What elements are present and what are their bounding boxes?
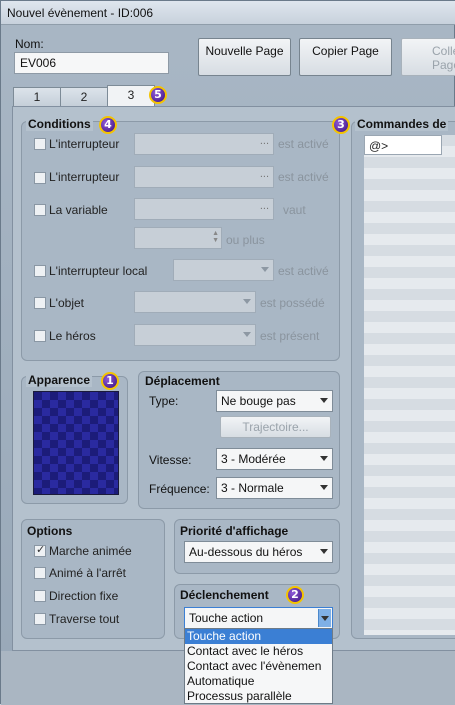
command-list-item[interactable]: @> [364, 135, 442, 155]
tab-page-2[interactable]: 2 [60, 87, 108, 107]
copy-page-button[interactable]: Copier Page [299, 38, 392, 76]
item-select[interactable] [134, 291, 256, 313]
commands-title: Commandes de [355, 117, 449, 131]
item-checkbox[interactable] [34, 297, 46, 309]
callout-badge-tabs: 5 [149, 86, 167, 104]
stepping-animation-checkbox[interactable] [34, 567, 46, 579]
item-label: L'objet [49, 296, 84, 310]
window-title: Nouvel évènement - ID:006 [1, 1, 455, 25]
variable-more-label: ou plus [226, 233, 265, 247]
variable-checkbox[interactable] [34, 204, 46, 216]
browse-icon: ... [259, 200, 269, 212]
direction-fix-checkbox[interactable] [34, 590, 46, 602]
speed-label: Vitesse: [149, 453, 192, 467]
chevron-down-icon [320, 456, 328, 461]
local-switch-checkbox[interactable] [34, 265, 46, 277]
trigger-option-action-button[interactable]: Touche action [185, 629, 332, 644]
switch2-select[interactable]: ... [134, 166, 274, 188]
trigger-option-event-touch[interactable]: Contact avec l'évènemen [185, 659, 332, 674]
variable-value-spinner[interactable]: ▲ ▼ [134, 227, 222, 249]
local-switch-suffix: est activé [278, 264, 329, 278]
chevron-down-icon [261, 267, 269, 272]
switch2-label: L'interrupteur [49, 170, 120, 184]
variable-select[interactable]: ... [134, 198, 274, 220]
variable-suffix: vaut [283, 203, 306, 217]
trigger-dropdown-list[interactable]: Touche action Contact avec le héros Cont… [184, 628, 333, 704]
switch1-checkbox[interactable] [34, 138, 46, 150]
name-field[interactable]: EV006 [14, 52, 169, 74]
chevron-down-icon [320, 398, 328, 403]
appearance-title: Apparence [26, 373, 93, 387]
callout-badge-commands: 3 [332, 116, 350, 134]
frequency-label: Fréquence: [149, 482, 210, 496]
trigger-value: Touche action [189, 611, 264, 625]
switch1-label: L'interrupteur [49, 137, 120, 151]
movement-type-label: Type: [149, 394, 179, 408]
name-label: Nom: [15, 37, 44, 51]
spinner-arrows-icon: ▲ ▼ [212, 230, 219, 244]
walking-animation-checkbox[interactable] [34, 543, 46, 557]
priority-value: Au-dessous du héros [189, 545, 303, 559]
callout-badge-appearance: 1 [101, 372, 119, 390]
trigger-option-player-touch[interactable]: Contact avec le héros [185, 644, 332, 659]
chevron-down-icon [321, 616, 329, 621]
frequency-select[interactable]: 3 - Normale [216, 477, 333, 499]
frequency-value: 3 - Normale [221, 481, 284, 495]
tab-page-1[interactable]: 1 [13, 87, 61, 107]
switch1-select[interactable]: ... [134, 133, 274, 155]
through-checkbox[interactable] [34, 613, 46, 625]
movement-type-select[interactable]: Ne bouge pas [216, 390, 333, 412]
options-title: Options [27, 524, 73, 538]
hero-suffix: est présent [260, 329, 320, 343]
trigger-option-parallel[interactable]: Processus parallèle [185, 689, 332, 704]
hero-label: Le héros [49, 329, 96, 343]
dropdown-button[interactable] [318, 609, 331, 627]
trigger-option-autorun[interactable]: Automatique [185, 674, 332, 689]
walking-animation-label: Marche animée [49, 544, 132, 558]
priority-select[interactable]: Au-dessous du héros [184, 541, 333, 563]
switch1-suffix: est activé [278, 137, 329, 151]
movement-type-value: Ne bouge pas [221, 394, 296, 408]
through-label: Traverse tout [49, 612, 120, 626]
tab-page-3[interactable]: 3 [107, 85, 155, 107]
chevron-down-icon [320, 485, 328, 490]
trigger-title: Déclenchement [180, 588, 269, 602]
movement-title: Déplacement [145, 374, 220, 388]
trigger-select[interactable]: Touche action [184, 607, 333, 629]
conditions-title: Conditions [26, 117, 93, 131]
hero-checkbox[interactable] [34, 330, 46, 342]
priority-title: Priorité d'affichage [180, 524, 289, 538]
new-page-button[interactable]: Nouvelle Page [198, 38, 291, 76]
paste-page-button[interactable]: Colle Page [401, 38, 455, 76]
variable-label: La variable [49, 203, 108, 217]
callout-badge-conditions: 4 [99, 116, 117, 134]
hero-select[interactable] [134, 324, 256, 346]
speed-value: 3 - Modérée [221, 452, 286, 466]
chevron-down-icon [320, 549, 328, 554]
appearance-graphic-preview[interactable] [33, 391, 119, 495]
stepping-animation-label: Animé à l'arrêt [49, 566, 126, 580]
chevron-down-icon [243, 299, 251, 304]
command-list[interactable] [364, 135, 455, 635]
callout-badge-trigger: 2 [286, 586, 304, 604]
switch2-suffix: est activé [278, 170, 329, 184]
local-switch-label: L'interrupteur local [49, 264, 148, 278]
route-button[interactable]: Trajectoire... [220, 416, 331, 438]
event-window: Nouvel évènement - ID:006 Nom: EV006 Nou… [0, 0, 455, 705]
speed-select[interactable]: 3 - Modérée [216, 448, 333, 470]
direction-fix-label: Direction fixe [49, 589, 119, 603]
chevron-down-icon [243, 332, 251, 337]
local-switch-select[interactable] [173, 259, 274, 281]
item-suffix: est possédé [260, 296, 325, 310]
browse-icon: ... [259, 135, 269, 147]
switch2-checkbox[interactable] [34, 172, 46, 184]
browse-icon: ... [259, 168, 269, 180]
